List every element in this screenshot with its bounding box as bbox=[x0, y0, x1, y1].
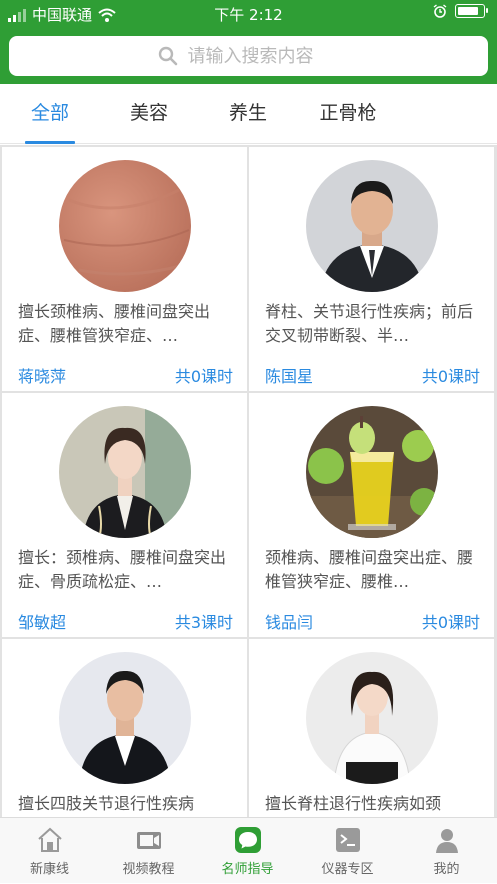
tabbar-item-home[interactable]: 新康线 bbox=[0, 818, 99, 884]
status-right bbox=[433, 4, 488, 18]
tab-beauty[interactable]: 美容 bbox=[124, 84, 174, 144]
course-hours: 共0课时 bbox=[421, 367, 480, 386]
tab-label: 养生 bbox=[228, 102, 267, 124]
app-header: 中国联通 下午 2:12 bbox=[0, 0, 497, 84]
bottom-tab-bar: 新康线 视频教程 名师指导 仪器专区 我的 bbox=[0, 817, 497, 883]
expert-avatar bbox=[306, 160, 438, 292]
tabbar-item-profile[interactable]: 我的 bbox=[397, 818, 496, 884]
person-icon bbox=[436, 829, 458, 853]
expert-avatar bbox=[59, 160, 191, 292]
battery-icon bbox=[455, 4, 488, 18]
expert-card[interactable]: 擅长：颈椎病、腰椎间盘突出症、骨质疏松症、… 邹敏超 共3课时 bbox=[2, 393, 247, 637]
expert-avatar bbox=[306, 652, 438, 784]
tabbar-label: 视频教程 bbox=[122, 862, 175, 877]
tab-active-indicator bbox=[25, 141, 75, 144]
status-time: 下午 2:12 bbox=[214, 6, 283, 24]
tabbar-label: 名师指导 bbox=[221, 862, 274, 877]
tab-label: 全部 bbox=[30, 102, 69, 124]
chat-icon bbox=[235, 827, 261, 853]
expert-avatar bbox=[306, 406, 438, 538]
tabbar-item-video[interactable]: 视频教程 bbox=[99, 818, 198, 884]
expert-description: 擅长脊柱退行性疾病如颈 bbox=[265, 794, 442, 813]
expert-card[interactable]: 擅长脊柱退行性疾病如颈 bbox=[249, 639, 494, 817]
expert-description: 颈椎病、腰椎间盘突出症、腰椎管狭窄症、腰椎… bbox=[265, 548, 474, 591]
expert-card[interactable]: 脊柱、关节退行性疾病；前后交叉韧带断裂、半… 陈国星 共0课时 bbox=[249, 147, 494, 391]
expert-name: 蒋晓萍 bbox=[18, 367, 67, 386]
expert-card[interactable]: 擅长颈椎病、腰椎间盘突出症、腰椎管狭窄症、… 蒋晓萍 共0课时 bbox=[2, 147, 247, 391]
course-hours: 共3课时 bbox=[174, 613, 233, 632]
expert-card[interactable]: 颈椎病、腰椎间盘突出症、腰椎管狭窄症、腰椎… 钱品闫 共0课时 bbox=[249, 393, 494, 637]
expert-description: 擅长：颈椎病、腰椎间盘突出症、骨质疏松症、… bbox=[18, 548, 227, 591]
status-bar: 中国联通 下午 2:12 bbox=[0, 0, 497, 28]
expert-card[interactable]: 擅长四肢关节退行性疾病 bbox=[2, 639, 247, 817]
tab-wellness[interactable]: 养生 bbox=[223, 84, 273, 144]
tab-label: 正骨枪 bbox=[319, 102, 377, 124]
expert-grid: 擅长颈椎病、腰椎间盘突出症、腰椎管狭窄症、… 蒋晓萍 共0课时 脊柱、关节退行性… bbox=[0, 145, 497, 817]
tabbar-item-instruments[interactable]: 仪器专区 bbox=[298, 818, 397, 884]
expert-name: 邹敏超 bbox=[18, 613, 67, 632]
expert-avatar bbox=[59, 652, 191, 784]
tabbar-label: 新康线 bbox=[29, 862, 69, 877]
expert-name: 钱品闫 bbox=[265, 613, 314, 632]
tab-bone-gun[interactable]: 正骨枪 bbox=[312, 84, 384, 144]
search-bar[interactable] bbox=[9, 36, 488, 76]
search-icon bbox=[158, 46, 177, 66]
search-input[interactable] bbox=[185, 44, 340, 68]
alarm-icon bbox=[433, 4, 447, 18]
expert-description: 擅长四肢关节退行性疾病 bbox=[18, 794, 195, 813]
tabbar-item-expert[interactable]: 名师指导 bbox=[198, 818, 297, 884]
category-tabs: 全部 美容 养生 正骨枪 bbox=[0, 84, 497, 144]
course-hours: 共0课时 bbox=[421, 613, 480, 632]
tab-all[interactable]: 全部 bbox=[25, 84, 75, 144]
course-hours: 共0课时 bbox=[174, 367, 233, 386]
tab-label: 美容 bbox=[129, 102, 168, 124]
tabbar-label: 我的 bbox=[433, 862, 460, 877]
home-icon bbox=[38, 827, 62, 852]
expert-description: 脊柱、关节退行性疾病；前后交叉韧带断裂、半… bbox=[265, 302, 474, 345]
expert-avatar bbox=[59, 406, 191, 538]
expert-name: 陈国星 bbox=[265, 367, 314, 386]
expert-description: 擅长颈椎病、腰椎间盘突出症、腰椎管狭窄症、… bbox=[18, 302, 211, 345]
video-icon bbox=[137, 832, 161, 849]
tabbar-label: 仪器专区 bbox=[321, 862, 374, 877]
terminal-icon bbox=[336, 828, 360, 852]
